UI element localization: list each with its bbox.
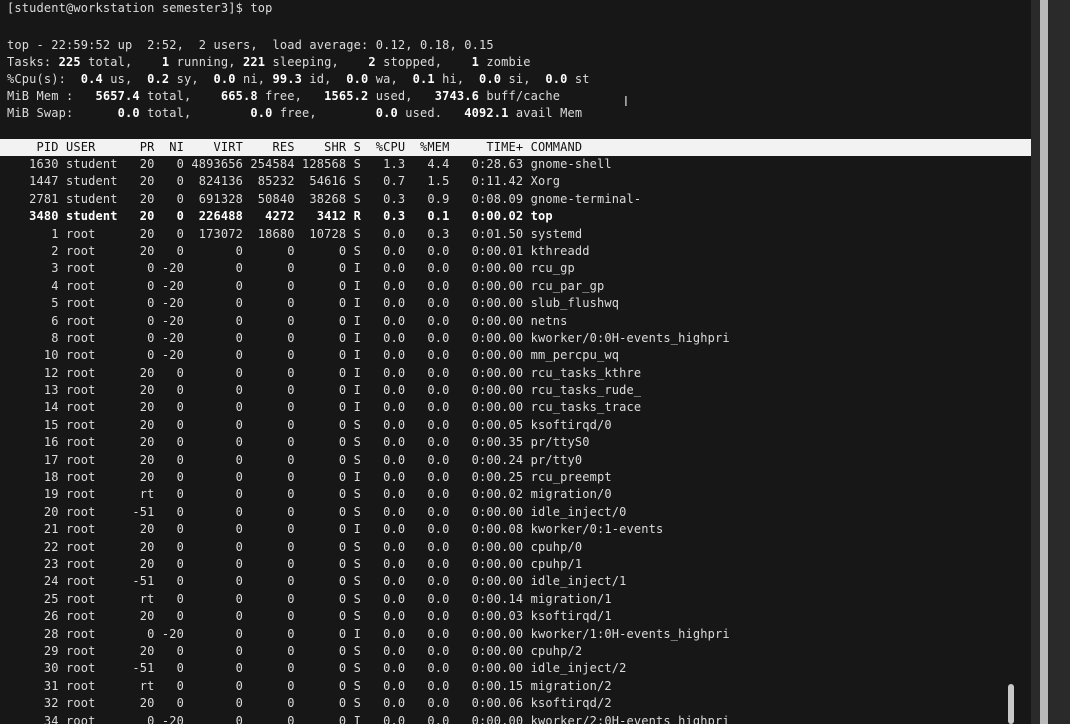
table-row: 19 root rt 0 0 0 0 S 0.0 0.0 0:00.02 mig… — [0, 486, 1031, 503]
process-line: 18 root 20 0 0 0 0 I 0.0 0.0 0:00.25 rcu… — [7, 470, 612, 485]
process-line: 1 root 20 0 173072 18680 10728 S 0.0 0.3… — [7, 226, 583, 241]
process-line: 5 root 0 -20 0 0 0 I 0.0 0.0 0:00.00 slu… — [7, 296, 620, 311]
table-row: 24 root -51 0 0 0 0 S 0.0 0.0 0:00.00 id… — [0, 573, 1031, 590]
table-row: 30 root -51 0 0 0 0 S 0.0 0.0 0:00.00 id… — [0, 660, 1031, 677]
shell-prompt-line: [student@workstation semester3]$ top — [7, 1, 273, 15]
process-line: 23 root 20 0 0 0 0 S 0.0 0.0 0:00.00 cpu… — [7, 556, 583, 571]
cpu-line: %Cpu(s): 0.4 us, 0.2 sy, 0.0 ni, 99.3 id… — [7, 72, 590, 86]
table-row: 5 root 0 -20 0 0 0 I 0.0 0.0 0:00.00 slu… — [0, 295, 1031, 312]
process-line: 8 root 0 -20 0 0 0 I 0.0 0.0 0:00.00 kwo… — [7, 330, 730, 345]
process-line: 3480 student 20 0 226488 4272 3412 R 0.3… — [7, 209, 553, 224]
process-line: 12 root 20 0 0 0 0 I 0.0 0.0 0:00.00 rcu… — [7, 365, 642, 380]
table-row: 8 root 0 -20 0 0 0 I 0.0 0.0 0:00.00 kwo… — [0, 330, 1031, 347]
process-line: 15 root 20 0 0 0 0 S 0.0 0.0 0:00.05 kso… — [7, 417, 612, 432]
column-headers: PID USER PR NI VIRT RES SHR S %CPU %MEM … — [7, 140, 583, 154]
table-row: 1447 student 20 0 824136 85232 54616 S 0… — [0, 173, 1031, 190]
tasks-line: Tasks: 225 total, 1 running, 221 sleepin… — [7, 55, 531, 69]
process-line: 28 root 0 -20 0 0 0 I 0.0 0.0 0:00.00 kw… — [7, 626, 730, 641]
process-line: 2781 student 20 0 691328 50840 38268 S 0… — [7, 191, 642, 206]
table-row: 18 root 20 0 0 0 0 I 0.0 0.0 0:00.25 rcu… — [0, 469, 1031, 486]
process-table-header: PID USER PR NI VIRT RES SHR S %CPU %MEM … — [0, 139, 1031, 156]
table-row: 22 root 20 0 0 0 0 S 0.0 0.0 0:00.00 cpu… — [0, 539, 1031, 556]
process-line: 10 root 0 -20 0 0 0 I 0.0 0.0 0:00.00 mm… — [7, 348, 620, 363]
process-line: 6 root 0 -20 0 0 0 I 0.0 0.0 0:00.00 net… — [7, 313, 568, 328]
process-line: 31 root rt 0 0 0 0 S 0.0 0.0 0:00.15 mig… — [7, 678, 612, 693]
table-row: 21 root 20 0 0 0 0 I 0.0 0.0 0:00.08 kwo… — [0, 521, 1031, 538]
process-line: 22 root 20 0 0 0 0 S 0.0 0.0 0:00.00 cpu… — [7, 539, 583, 554]
process-line: 19 root rt 0 0 0 0 S 0.0 0.0 0:00.02 mig… — [7, 487, 612, 502]
table-row: 23 root 20 0 0 0 0 S 0.0 0.0 0:00.00 cpu… — [0, 556, 1031, 573]
table-row: 1 root 20 0 173072 18680 10728 S 0.0 0.3… — [0, 226, 1031, 243]
table-row: 3480 student 20 0 226488 4272 3412 R 0.3… — [0, 208, 1031, 225]
table-row: 10 root 0 -20 0 0 0 I 0.0 0.0 0:00.00 mm… — [0, 347, 1031, 364]
process-line: 14 root 20 0 0 0 0 I 0.0 0.0 0:00.00 rcu… — [7, 400, 642, 415]
text-cursor-icon: I — [624, 95, 628, 110]
process-line: 29 root 20 0 0 0 0 S 0.0 0.0 0:00.00 cpu… — [7, 643, 583, 658]
table-row: 12 root 20 0 0 0 0 I 0.0 0.0 0:00.00 rcu… — [0, 365, 1031, 382]
process-line: 21 root 20 0 0 0 0 I 0.0 0.0 0:00.08 kwo… — [7, 522, 664, 537]
process-line: 20 root -51 0 0 0 0 S 0.0 0.0 0:00.00 id… — [7, 504, 627, 519]
process-line: 4 root 0 -20 0 0 0 I 0.0 0.0 0:00.00 rcu… — [7, 278, 605, 293]
table-row: 2 root 20 0 0 0 0 S 0.0 0.0 0:00.01 kthr… — [0, 243, 1031, 260]
table-row: 16 root 20 0 0 0 0 S 0.0 0.0 0:00.35 pr/… — [0, 434, 1031, 451]
scrollbar-thumb[interactable] — [1008, 684, 1014, 724]
process-line: 2 root 20 0 0 0 0 S 0.0 0.0 0:00.01 kthr… — [7, 243, 590, 258]
process-line: 13 root 20 0 0 0 0 I 0.0 0.0 0:00.00 rcu… — [7, 383, 642, 398]
table-row: 34 root 0 -20 0 0 0 I 0.0 0.0 0:00.00 kw… — [0, 713, 1031, 724]
table-row: 29 root 20 0 0 0 0 S 0.0 0.0 0:00.00 cpu… — [0, 643, 1031, 660]
uptime-line: top - 22:59:52 up 2:52, 2 users, load av… — [7, 38, 494, 52]
table-row: 1630 student 20 0 4893656 254584 128568 … — [0, 156, 1031, 173]
process-line: 30 root -51 0 0 0 0 S 0.0 0.0 0:00.00 id… — [7, 661, 627, 676]
table-row: 26 root 20 0 0 0 0 S 0.0 0.0 0:00.03 kso… — [0, 608, 1031, 625]
table-row: 28 root 0 -20 0 0 0 I 0.0 0.0 0:00.00 kw… — [0, 626, 1031, 643]
table-row: 3 root 0 -20 0 0 0 I 0.0 0.0 0:00.00 rcu… — [0, 260, 1031, 277]
terminal-window[interactable]: [student@workstation semester3]$ top top… — [0, 0, 1031, 724]
process-line: 3 root 0 -20 0 0 0 I 0.0 0.0 0:00.00 rcu… — [7, 261, 575, 276]
process-line: 25 root rt 0 0 0 0 S 0.0 0.0 0:00.14 mig… — [7, 591, 612, 606]
table-row: 4 root 0 -20 0 0 0 I 0.0 0.0 0:00.00 rcu… — [0, 278, 1031, 295]
table-row: 14 root 20 0 0 0 0 I 0.0 0.0 0:00.00 rcu… — [0, 399, 1031, 416]
swap-line: MiB Swap: 0.0 total, 0.0 free, 0.0 used.… — [7, 106, 583, 120]
process-line: 26 root 20 0 0 0 0 S 0.0 0.0 0:00.03 kso… — [7, 609, 612, 624]
process-line: 32 root 20 0 0 0 0 S 0.0 0.0 0:00.06 kso… — [7, 696, 612, 711]
process-line: 34 root 0 -20 0 0 0 I 0.0 0.0 0:00.00 kw… — [7, 713, 730, 724]
process-table: 1630 student 20 0 4893656 254584 128568 … — [0, 156, 1031, 724]
scrollbar-gutter — [1031, 0, 1070, 724]
process-line: 16 root 20 0 0 0 0 S 0.0 0.0 0:00.35 pr/… — [7, 435, 590, 450]
memory-line: MiB Mem : 5657.4 total, 665.8 free, 1565… — [7, 89, 561, 103]
table-row: 13 root 20 0 0 0 0 I 0.0 0.0 0:00.00 rcu… — [0, 382, 1031, 399]
process-line: 1630 student 20 0 4893656 254584 128568 … — [7, 157, 612, 171]
table-row: 25 root rt 0 0 0 0 S 0.0 0.0 0:00.14 mig… — [0, 591, 1031, 608]
process-line: 17 root 20 0 0 0 0 S 0.0 0.0 0:00.24 pr/… — [7, 452, 583, 467]
table-row: 31 root rt 0 0 0 0 S 0.0 0.0 0:00.15 mig… — [0, 678, 1031, 695]
table-row: 17 root 20 0 0 0 0 S 0.0 0.0 0:00.24 pr/… — [0, 452, 1031, 469]
table-row: 6 root 0 -20 0 0 0 I 0.0 0.0 0:00.00 net… — [0, 313, 1031, 330]
table-row: 32 root 20 0 0 0 0 S 0.0 0.0 0:00.06 kso… — [0, 695, 1031, 712]
scrollbar-track[interactable] — [1040, 0, 1048, 724]
process-line: 24 root -51 0 0 0 0 S 0.0 0.0 0:00.00 id… — [7, 574, 627, 589]
table-row: 20 root -51 0 0 0 0 S 0.0 0.0 0:00.00 id… — [0, 504, 1031, 521]
table-row: 2781 student 20 0 691328 50840 38268 S 0… — [0, 191, 1031, 208]
process-line: 1447 student 20 0 824136 85232 54616 S 0… — [7, 174, 561, 189]
table-row: 15 root 20 0 0 0 0 S 0.0 0.0 0:00.05 kso… — [0, 417, 1031, 434]
